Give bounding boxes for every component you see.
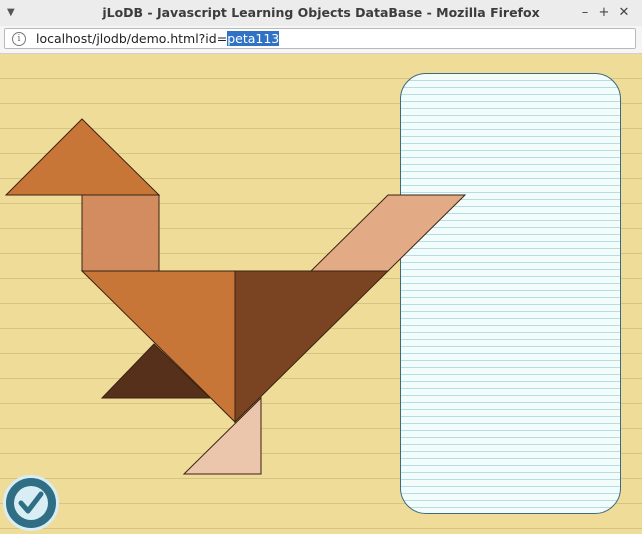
check-button[interactable] xyxy=(3,475,59,531)
activity-area xyxy=(0,54,642,534)
address-bar[interactable]: i localhost/jlodb/demo.html?id=peta113 xyxy=(4,28,636,49)
tangram-parallelogram[interactable] xyxy=(309,194,467,272)
tangram-large-triangle-dark[interactable] xyxy=(234,270,390,424)
info-icon[interactable]: i xyxy=(12,32,26,46)
url-text[interactable]: localhost/jlodb/demo.html?id=peta113 xyxy=(36,29,280,48)
tangram-bird xyxy=(4,118,467,475)
url-prefix: localhost/jlodb/demo.html?id= xyxy=(36,31,228,46)
maximize-button[interactable]: + xyxy=(594,0,614,26)
checkmark-icon xyxy=(14,486,48,520)
tangram-square[interactable] xyxy=(81,194,160,272)
tangram-large-triangle-light[interactable] xyxy=(80,270,236,424)
close-button[interactable]: ✕ xyxy=(614,0,634,26)
url-selected-text: peta113 xyxy=(227,31,280,46)
minimize-button[interactable]: – xyxy=(575,0,595,26)
tangram-head-triangle[interactable] xyxy=(4,118,161,196)
window-title: jLoDB - Javascript Learning Objects Data… xyxy=(102,5,540,20)
window-titlebar: ▼ jLoDB - Javascript Learning Objects Da… xyxy=(0,0,642,27)
navigation-bar: i localhost/jlodb/demo.html?id=peta113 xyxy=(0,26,642,54)
